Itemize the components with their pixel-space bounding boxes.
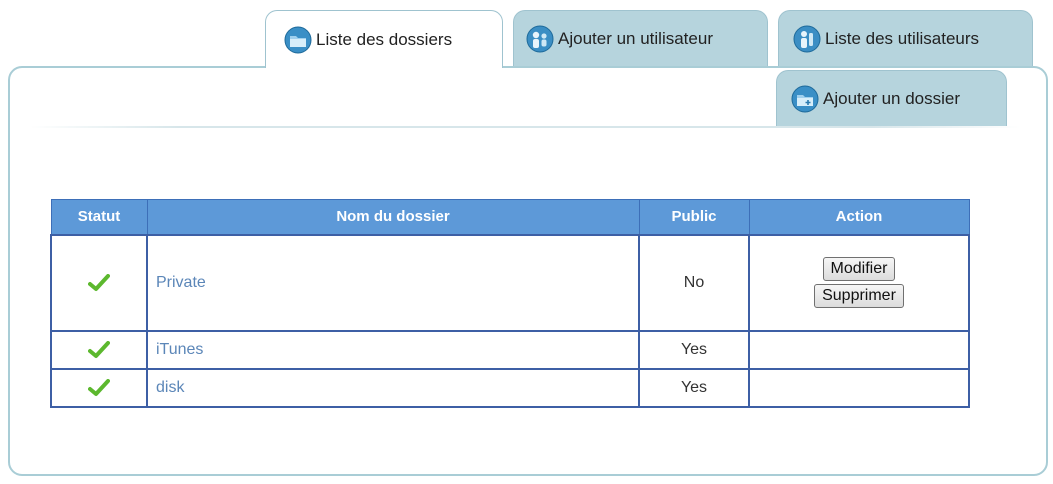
modifier-button[interactable]: Modifier [822,257,896,281]
folder-name-link[interactable]: Private [146,233,640,332]
user-list-icon [793,25,821,53]
status-cell [50,329,148,370]
tab-label: Ajouter un utilisateur [558,28,713,48]
folder-name-link[interactable]: disk [146,367,640,408]
table-row: iTunes Yes [50,329,970,370]
public-value: No [638,233,750,332]
supprimer-button[interactable]: Supprimer [814,284,904,308]
tab-label: Liste des dossiers [316,29,453,49]
user-add-icon [526,25,554,53]
folders-table: Statut Nom du dossier Public Action Priv… [50,199,970,408]
action-cell [748,367,970,408]
green-check-icon [52,273,146,292]
tab-label: Ajouter un dossier [823,88,961,108]
tab-ajouter-utilisateur[interactable]: Ajouter un utilisateur [513,10,768,66]
public-value: Yes [638,367,750,408]
folder-add-icon [791,85,819,113]
tab-liste-dossiers[interactable]: Liste des dossiers [265,10,503,68]
folder-icon [284,26,312,54]
status-cell [50,233,148,332]
tab-liste-utilisateurs[interactable]: Liste des utilisateurs [778,10,1033,66]
action-cell: Modifier Supprimer [748,233,970,332]
column-header-nom: Nom du dossier [146,199,640,235]
table-row: Private No Modifier Supprimer [50,233,970,332]
green-check-icon [52,378,146,397]
column-header-action: Action [748,199,970,235]
column-header-statut: Statut [50,199,148,235]
folder-name-link[interactable]: iTunes [146,329,640,370]
tab-ajouter-dossier[interactable]: Ajouter un dossier [776,70,1007,126]
status-cell [50,367,148,408]
table-header-row: Statut Nom du dossier Public Action [50,199,970,235]
tab-label: Liste des utilisateurs [825,28,980,48]
action-cell [748,329,970,370]
divider [30,126,1020,128]
green-check-icon [52,340,146,359]
table-row: disk Yes [50,367,970,408]
column-header-public: Public [638,199,750,235]
public-value: Yes [638,329,750,370]
